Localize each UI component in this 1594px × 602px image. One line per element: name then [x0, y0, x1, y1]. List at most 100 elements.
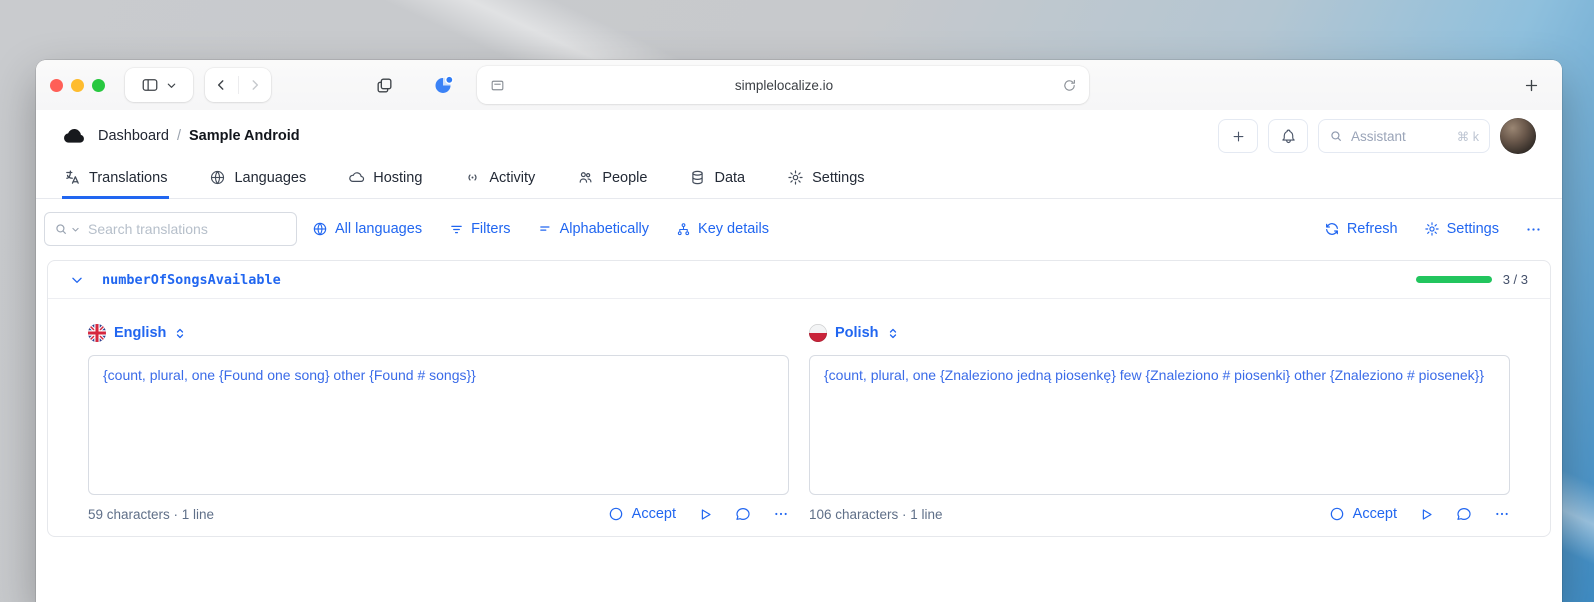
forward-button[interactable]	[239, 68, 272, 102]
browser-toolbar: simplelocalize.io	[36, 60, 1562, 110]
link-label: Refresh	[1347, 221, 1398, 237]
gear-icon	[787, 169, 804, 186]
more-button[interactable]	[773, 506, 789, 522]
more-button[interactable]	[1525, 221, 1542, 238]
broadcast-icon	[464, 169, 481, 186]
filters-button[interactable]: Filters	[449, 221, 510, 237]
sort-button[interactable]: Alphabetically	[538, 221, 649, 237]
accept-button[interactable]: Accept	[1329, 506, 1397, 522]
tab-translations[interactable]: Translations	[62, 160, 169, 198]
browser-window: simplelocalize.io Dashboard / Sample And…	[36, 60, 1562, 602]
tab-overview-button[interactable]	[367, 68, 401, 102]
privacy-pie-icon	[433, 74, 455, 96]
translation-key[interactable]: numberOfSongsAvailable	[102, 272, 281, 288]
app-header: Dashboard / Sample Android Assistant ⌘ k	[36, 110, 1562, 158]
search-icon	[54, 222, 68, 236]
editor-actions: Accept	[1329, 506, 1510, 522]
tab-label: Hosting	[373, 170, 422, 186]
key-details-button[interactable]: Key details	[676, 221, 769, 237]
assistant-shortcut: ⌘ k	[1457, 129, 1479, 144]
tab-label: Settings	[812, 170, 864, 186]
globe-icon	[209, 169, 226, 186]
more-button[interactable]	[1494, 506, 1510, 522]
sidebar-icon	[141, 76, 159, 94]
filter-links: All languages Filters Alphabetically Key…	[312, 221, 769, 237]
translation-textarea-english[interactable]: {count, plural, one {Found one song} oth…	[88, 355, 789, 495]
chevron-down-icon	[166, 80, 177, 91]
translation-key-card: numberOfSongsAvailable 3 / 3 English	[47, 260, 1551, 537]
filter-icon	[449, 222, 464, 237]
tab-hosting[interactable]: Hosting	[346, 160, 424, 198]
play-button[interactable]	[698, 507, 713, 522]
link-label: Settings	[1447, 221, 1499, 237]
sort-icon	[538, 222, 553, 237]
updown-chevrons-icon	[887, 327, 899, 340]
chevron-left-icon	[214, 78, 228, 92]
editor-english: English {count, plural, one {Found one s…	[88, 324, 789, 522]
tab-settings[interactable]: Settings	[785, 160, 866, 198]
poland-flag-icon	[809, 324, 827, 342]
search-translations-input[interactable]	[88, 221, 287, 237]
uk-flag-icon	[88, 324, 106, 342]
notifications-button[interactable]	[1268, 119, 1308, 153]
close-button[interactable]	[50, 79, 63, 92]
sidebar-toggle-button[interactable]	[125, 68, 193, 102]
collapse-chevron-icon[interactable]	[70, 273, 84, 287]
tab-data[interactable]: Data	[687, 160, 747, 198]
copy-icon	[375, 76, 394, 95]
more-icon	[773, 506, 789, 522]
minimize-button[interactable]	[71, 79, 84, 92]
editor-footer: 106 characters · 1 line Accept	[809, 506, 1510, 522]
comment-button[interactable]	[735, 506, 751, 522]
more-icon	[1525, 221, 1542, 238]
play-icon	[698, 507, 713, 522]
play-icon	[1419, 507, 1434, 522]
tab-activity[interactable]: Activity	[462, 160, 537, 198]
zoom-button[interactable]	[92, 79, 105, 92]
language-label: Polish	[835, 325, 879, 341]
language-selector-english[interactable]: English	[88, 324, 789, 342]
play-button[interactable]	[1419, 507, 1434, 522]
assistant-search[interactable]: Assistant ⌘ k	[1318, 119, 1490, 153]
language-label: English	[114, 325, 166, 341]
tab-label: Activity	[489, 170, 535, 186]
plus-icon	[1523, 77, 1540, 94]
cloud-logo-icon[interactable]	[62, 124, 86, 148]
page-format-icon[interactable]	[489, 77, 506, 94]
circle-icon	[1329, 506, 1345, 522]
progress-label: 3 / 3	[1503, 272, 1528, 287]
header-actions: Assistant ⌘ k	[1218, 118, 1536, 154]
all-languages-button[interactable]: All languages	[312, 221, 422, 237]
tab-label: Languages	[234, 170, 306, 186]
tab-people[interactable]: People	[575, 160, 649, 198]
translation-textarea-polish[interactable]: {count, plural, one {Znaleziono jedną pi…	[809, 355, 1510, 495]
breadcrumb-dashboard[interactable]: Dashboard	[98, 128, 169, 144]
address-bar[interactable]: simplelocalize.io	[477, 66, 1089, 104]
add-button[interactable]	[1218, 119, 1258, 153]
avatar[interactable]	[1500, 118, 1536, 154]
char-count: 106 characters · 1 line	[809, 507, 943, 522]
char-count: 59 characters · 1 line	[88, 507, 214, 522]
reload-button[interactable]	[1062, 78, 1077, 93]
accept-label: Accept	[632, 506, 676, 522]
breadcrumb-project[interactable]: Sample Android	[189, 128, 300, 144]
accept-button[interactable]: Accept	[608, 506, 676, 522]
people-icon	[577, 169, 594, 186]
more-icon	[1494, 506, 1510, 522]
back-button[interactable]	[205, 68, 238, 102]
settings-button[interactable]: Settings	[1424, 221, 1499, 237]
link-label: Alphabetically	[560, 221, 649, 237]
editor-footer: 59 characters · 1 line Accept	[88, 506, 789, 522]
tab-languages[interactable]: Languages	[207, 160, 308, 198]
language-selector-polish[interactable]: Polish	[809, 324, 1510, 342]
new-tab-button[interactable]	[1514, 68, 1548, 102]
chevron-down-icon[interactable]	[71, 225, 80, 234]
privacy-report-button[interactable]	[427, 68, 461, 102]
refresh-button[interactable]: Refresh	[1324, 221, 1398, 237]
hierarchy-icon	[676, 222, 691, 237]
breadcrumb-separator: /	[177, 128, 181, 144]
gear-icon	[1424, 221, 1440, 237]
reload-icon	[1062, 78, 1077, 93]
comment-button[interactable]	[1456, 506, 1472, 522]
tab-label: Data	[714, 170, 745, 186]
